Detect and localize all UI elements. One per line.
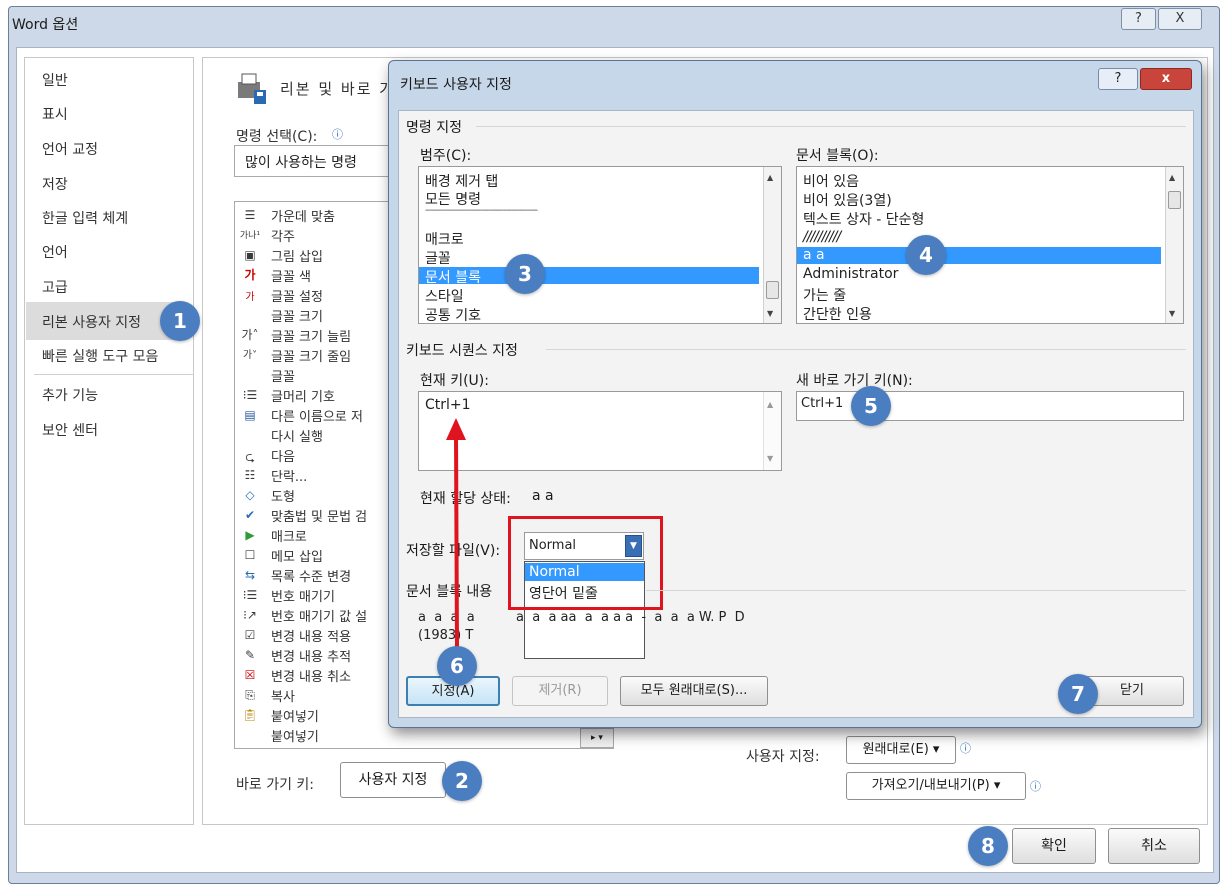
step-badge-8: 8 — [968, 826, 1008, 866]
step-badge-5: 5 — [851, 386, 891, 426]
step-badge-7: 7 — [1058, 674, 1098, 714]
step-badge-2: 2 — [442, 761, 482, 801]
step-badge-1: 1 — [160, 301, 200, 341]
step-badge-6: 6 — [437, 646, 477, 686]
step-badge-3: 3 — [505, 254, 545, 294]
step-badge-4: 4 — [906, 235, 946, 275]
red-arrow-icon — [446, 418, 466, 651]
